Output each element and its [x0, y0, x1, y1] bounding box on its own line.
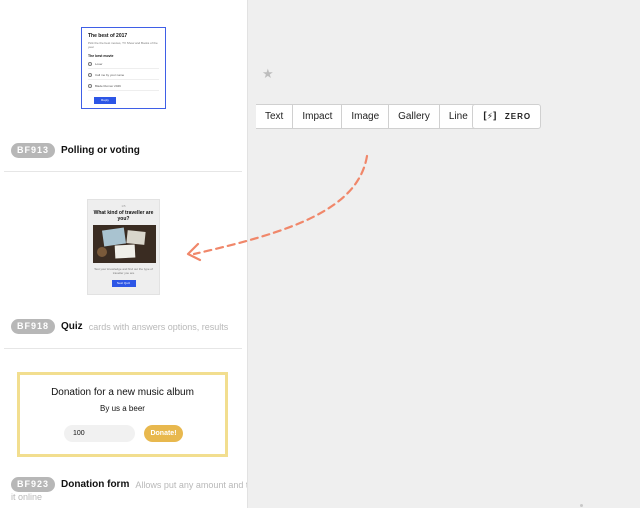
add-block-toolbar: Text Impact Image Gallery Line: [256, 104, 478, 129]
zero-block-button[interactable]: [⚡] ZERO: [472, 104, 541, 129]
block-code-badge: BF913: [11, 143, 56, 158]
poll-block-preview[interactable]: The best of 2017 Pick the the best movie…: [81, 27, 166, 109]
radio-icon: [88, 73, 92, 77]
divider: [4, 348, 242, 349]
quiz-text: Test your knowledge and find out the typ…: [94, 267, 153, 275]
donate-button: Donate!: [144, 425, 183, 442]
poll-question: The best movie: [88, 54, 114, 58]
image-block-button[interactable]: Image: [341, 105, 388, 128]
poll-option: Blade Runner 2049: [88, 84, 159, 91]
block-label-bf923[interactable]: BF923 Donation form Allows put any amoun…: [11, 477, 247, 492]
block-description: Allows put any amount and take: [135, 479, 247, 490]
donation-title: Donation for a new music album: [51, 387, 194, 398]
text-block-button[interactable]: Text: [256, 105, 292, 128]
block-name: Donation form: [61, 479, 130, 490]
gallery-block-button[interactable]: Gallery: [388, 105, 439, 128]
poll-option: Call me by your name: [88, 73, 159, 80]
donation-amount-input: 100: [64, 425, 135, 442]
block-code-badge: BF918: [11, 319, 56, 334]
block-code-badge: BF923: [11, 477, 56, 492]
quiz-image: [93, 225, 156, 263]
quiz-title: What kind of traveller are you?: [93, 210, 154, 222]
donation-subtitle: By us a beer: [100, 404, 145, 413]
quiz-next-button: Next Quiz: [111, 280, 136, 287]
poll-reply-button: Reply: [94, 97, 116, 104]
donation-block-preview[interactable]: Donation for a new music album By us a b…: [17, 372, 228, 457]
star-icon[interactable]: ★: [262, 66, 274, 82]
block-label-bf918[interactable]: BF918 Quiz cards with answers options, r…: [11, 319, 228, 334]
poll-option: Loser: [88, 62, 159, 69]
block-description-continued: it online: [11, 492, 43, 502]
quiz-step: 1/5: [121, 204, 126, 208]
poll-subtitle: Pick the the best movies, TV Show and Bo…: [88, 41, 158, 49]
block-description: cards with answers options, results: [88, 321, 229, 332]
block-name: Polling or voting: [61, 145, 140, 156]
zero-label: ZERO: [504, 112, 532, 121]
radio-icon: [88, 62, 92, 66]
quiz-block-preview[interactable]: 1/5 What kind of traveller are you? Test…: [87, 199, 160, 295]
dot: [580, 504, 583, 507]
impact-block-button[interactable]: Impact: [292, 105, 341, 128]
dashed-arrow-icon: [186, 154, 369, 262]
zero-block-icon: [⚡]: [481, 111, 498, 122]
poll-title: The best of 2017: [88, 33, 128, 39]
radio-icon: [88, 84, 92, 88]
block-name: Quiz: [61, 321, 83, 332]
block-label-bf913[interactable]: BF913 Polling or voting: [11, 143, 140, 158]
